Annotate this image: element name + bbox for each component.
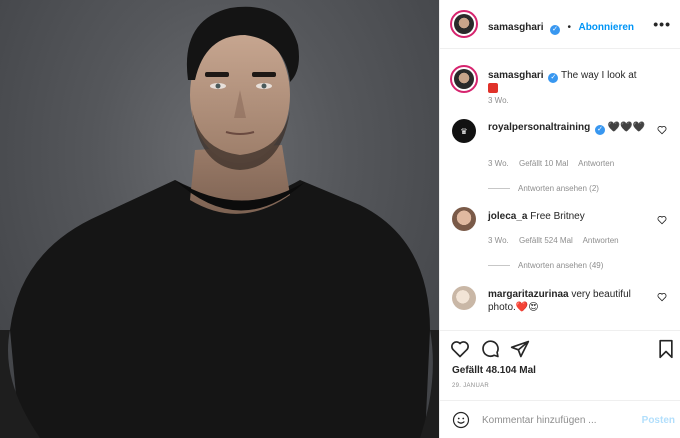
like-heart-icon[interactable] (450, 339, 470, 359)
add-comment-bar: Kommentar hinzufügen ... Posten (440, 400, 680, 438)
comment-text: Free Britney (530, 211, 585, 222)
post-header: samasghari ✓ • Abonnieren ••• (440, 0, 680, 49)
instagram-post-modal: samasghari ✓ • Abonnieren ••• samasghari… (0, 0, 680, 438)
comment-username[interactable]: joleca_a (488, 211, 527, 222)
post-comment-button[interactable]: Posten (642, 415, 675, 426)
comment-username[interactable]: margaritazurinaa (488, 289, 569, 300)
caption-time[interactable]: 3 Wo. (488, 96, 509, 105)
verified-badge-icon: ✓ (595, 125, 606, 135)
author-username[interactable]: samasghari (488, 22, 544, 33)
comment-input[interactable]: Kommentar hinzufügen ... (482, 415, 597, 426)
like-comment-heart-icon[interactable] (657, 215, 667, 225)
post-side-panel: samasghari ✓ • Abonnieren ••• samasghari… (439, 0, 680, 438)
save-bookmark-icon[interactable] (656, 339, 676, 359)
caption-text-line: samasghari ✓ The way I look at (488, 69, 648, 96)
post-actions: Gefällt 48.104 Mal 29. JANUAR (440, 330, 680, 400)
caption-username[interactable]: samasghari (488, 70, 544, 81)
view-replies-button[interactable]: Antworten ansehen (49) (488, 259, 603, 272)
fries-emoji-icon (488, 83, 498, 93)
post-photo[interactable] (0, 0, 439, 438)
verified-badge-icon: ✓ (550, 25, 561, 35)
reply-button[interactable]: Antworten (578, 159, 614, 168)
comment-username[interactable]: royalpersonaltraining (488, 122, 590, 133)
comment-time[interactable]: 3 Wo. (488, 159, 509, 168)
more-options-icon[interactable]: ••• (653, 16, 671, 32)
author-line: samasghari ✓ • Abonnieren (488, 17, 634, 35)
emoji-smiley-icon[interactable] (452, 411, 470, 429)
commenter-avatar[interactable]: ♛ (452, 119, 476, 143)
commenter-avatar[interactable] (452, 207, 476, 231)
comment-likes[interactable]: Gefällt 524 Mal (519, 236, 573, 245)
caption-avatar[interactable] (450, 65, 478, 93)
follow-button[interactable]: Abonnieren (578, 22, 634, 33)
author-avatar[interactable] (450, 10, 478, 38)
comment-meta: 3 Wo. Gefällt 524 Mal Antworten (488, 234, 627, 247)
comment-bubble-icon[interactable] (480, 339, 500, 359)
comment-text: 🖤🖤🖤 (607, 122, 646, 133)
separator-dot: • (567, 22, 572, 33)
reply-button[interactable]: Antworten (583, 236, 619, 245)
post-date[interactable]: 29. JANUAR (452, 383, 489, 389)
commenter-avatar[interactable] (452, 286, 476, 310)
comment-text-line: margaritazurinaa very beautiful photo.❤️… (488, 288, 648, 314)
comment-meta: 3 Wo. Gefällt 10 Mal Antworten (488, 157, 622, 170)
likes-count[interactable]: Gefällt 48.104 Mal (452, 365, 536, 376)
caption-text: The way I look at (560, 70, 637, 81)
caption-meta: 3 Wo. (488, 94, 517, 107)
comments-list[interactable]: samasghari ✓ The way I look at 3 Wo. ♛ r… (440, 49, 680, 330)
like-comment-heart-icon[interactable] (657, 125, 667, 135)
royal-logo-icon: ♛ (460, 126, 468, 136)
view-replies-button[interactable]: Antworten ansehen (2) (488, 182, 599, 195)
like-comment-heart-icon[interactable] (657, 292, 667, 302)
comment-text-line: joleca_a Free Britney (488, 210, 648, 223)
comment-text-line: royalpersonaltraining ✓ 🖤🖤🖤 (488, 121, 648, 135)
comment-likes[interactable]: Gefällt 10 Mal (519, 159, 568, 168)
comment-time[interactable]: 3 Wo. (488, 236, 509, 245)
verified-badge-icon: ✓ (548, 73, 559, 83)
portrait-illustration (0, 6, 439, 438)
share-paper-plane-icon[interactable] (510, 339, 530, 359)
